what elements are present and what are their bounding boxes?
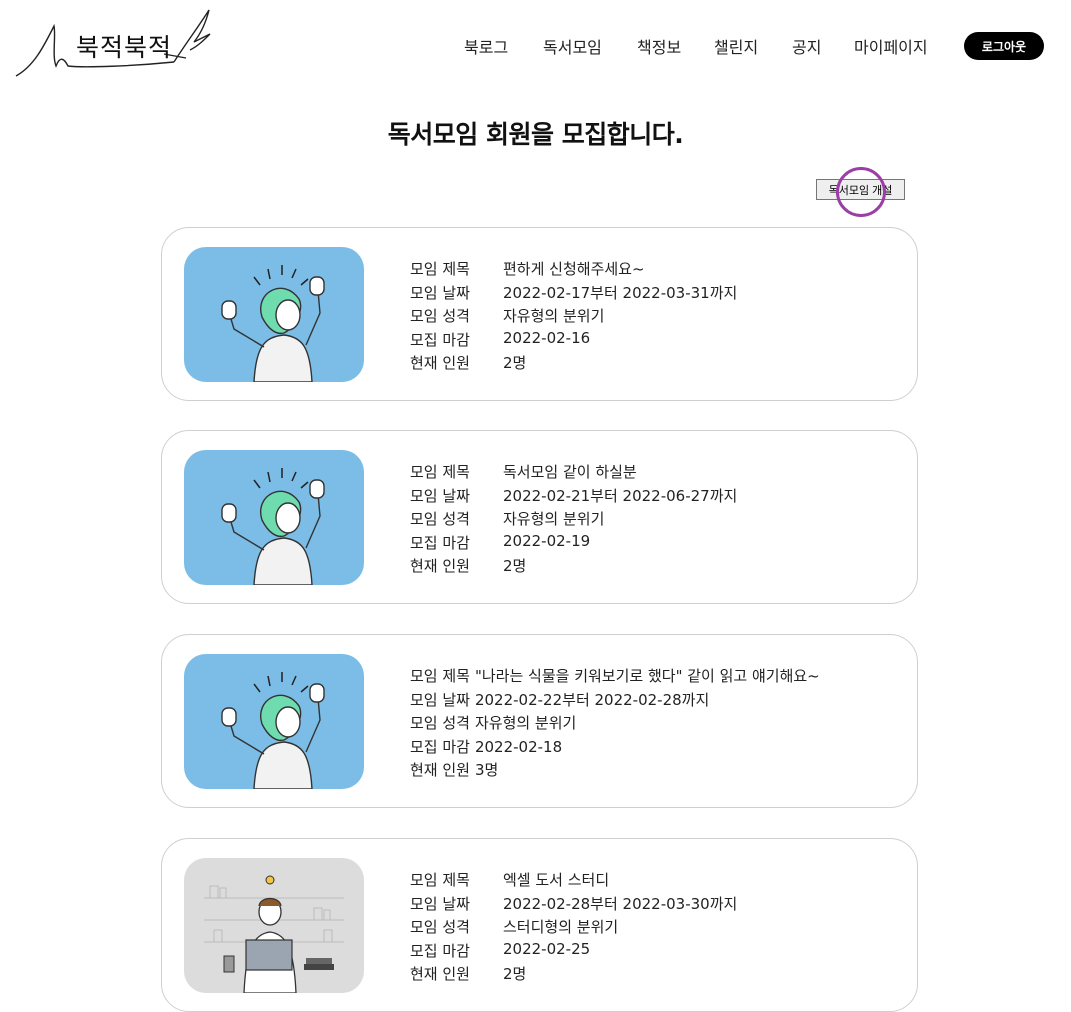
- logout-button[interactable]: 로그아웃: [964, 32, 1044, 60]
- nav-item-mypage[interactable]: 마이페이지: [854, 34, 928, 58]
- label-members: 현재 인원: [410, 761, 470, 779]
- meeting-deadline: 2022-02-16: [503, 329, 591, 347]
- create-reading-group-button[interactable]: 독서모임 개설: [816, 179, 905, 200]
- meeting-card[interactable]: 모임 제목 "나라는 식물을 키워보기로 했다" 같이 읽고 얘기해요~ 모임 날…: [161, 634, 918, 808]
- thumbs-up-illustration-icon: [184, 247, 364, 382]
- meeting-card[interactable]: 모임 제목 독서모임 같이 하실분 모임 날짜 2022-02-21부터 2022-…: [161, 430, 918, 604]
- label-deadline: 모집 마감: [410, 534, 470, 552]
- nav-item-booklog[interactable]: 북로그: [464, 34, 508, 58]
- meeting-date: 2022-02-17부터 2022-03-31까지: [503, 284, 738, 302]
- meeting-members: 2명: [503, 557, 527, 575]
- meeting-deadline: 2022-02-18: [474, 738, 563, 756]
- label-date: 모임 날짜: [410, 487, 470, 505]
- meeting-style: 자유형의 분위기: [503, 307, 605, 325]
- thumbs-up-illustration-icon: [184, 450, 364, 585]
- meeting-members: 2명: [503, 965, 527, 983]
- main-nav: 북로그 독서모임 책정보 챌린지 공지 마이페이지: [0, 34, 1071, 58]
- meeting-style: 자유형의 분위기: [503, 510, 605, 528]
- label-date: 모임 날짜: [410, 895, 470, 913]
- meeting-title: 편하게 신청해주세요~: [503, 260, 645, 278]
- nav-item-reading-group[interactable]: 독서모임: [543, 34, 602, 58]
- meeting-members: 2명: [503, 354, 527, 372]
- label-date: 모임 날짜: [410, 691, 470, 709]
- label-deadline: 모집 마감: [410, 942, 470, 960]
- label-members: 현재 인원: [410, 965, 470, 983]
- label-deadline: 모집 마감: [410, 331, 470, 349]
- page-title: 독서모임 회원을 모집합니다.: [387, 120, 684, 149]
- meeting-date: 2022-02-22부터 2022-02-28까지: [474, 691, 710, 709]
- label-title: 모임 제목: [410, 667, 470, 685]
- label-title: 모임 제목: [410, 260, 470, 278]
- meeting-deadline: 2022-02-19: [503, 532, 591, 550]
- meeting-deadline: 2022-02-25: [503, 940, 591, 958]
- label-style: 모임 성격: [410, 307, 470, 325]
- label-style: 모임 성격: [410, 918, 470, 936]
- label-deadline: 모집 마감: [410, 738, 470, 756]
- meeting-date: 2022-02-21부터 2022-06-27까지: [503, 487, 738, 505]
- label-style: 모임 성격: [410, 714, 470, 732]
- label-members: 현재 인원: [410, 354, 470, 372]
- meeting-date: 2022-02-28부터 2022-03-30까지: [503, 895, 738, 913]
- meeting-style: 자유형의 분위기: [474, 714, 577, 732]
- site-header: 북적북적 북로그 독서모임 책정보 챌린지 공지 마이페이지 로그아웃: [0, 0, 1071, 90]
- meeting-title: 엑셀 도서 스터디: [503, 871, 610, 889]
- meeting-members: 3명: [474, 761, 499, 779]
- meeting-style: 스터디형의 분위기: [503, 918, 619, 936]
- label-title: 모임 제목: [410, 463, 470, 481]
- meeting-card[interactable]: 모임 제목 엑셀 도서 스터디 모임 날짜 2022-02-28부터 2022-03…: [161, 838, 918, 1012]
- label-style: 모임 성격: [410, 510, 470, 528]
- thumbs-up-illustration-icon: [184, 654, 364, 789]
- meeting-title: "나라는 식물을 키워보기로 했다" 같이 읽고 얘기해요~: [474, 667, 820, 685]
- nav-item-book-info[interactable]: 책정보: [637, 34, 681, 58]
- nav-item-notice[interactable]: 공지: [792, 34, 821, 58]
- meeting-title: 독서모임 같이 하실분: [503, 463, 637, 481]
- label-members: 현재 인원: [410, 557, 470, 575]
- meeting-card[interactable]: 모임 제목 편하게 신청해주세요~ 모임 날짜 2022-02-17부터 2022-…: [161, 227, 918, 401]
- nav-item-challenge[interactable]: 챌린지: [714, 34, 758, 58]
- label-date: 모임 날짜: [410, 284, 470, 302]
- label-title: 모임 제목: [410, 871, 470, 889]
